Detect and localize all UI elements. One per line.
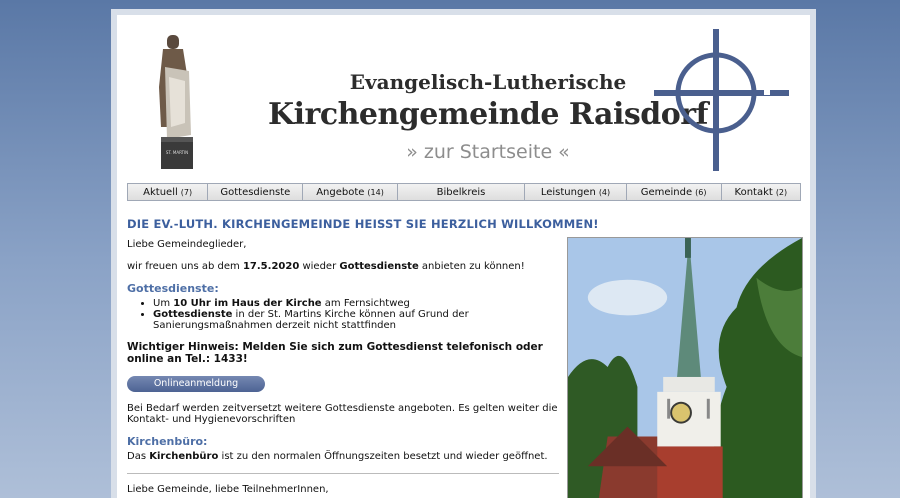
bullet-text: Um <box>153 298 174 309</box>
page-inner: ST. MARTIN Evangelisch-Lutherische Kirch… <box>117 15 810 498</box>
nav-label: Gottesdienste <box>220 186 291 198</box>
office-heading: Kirchenbüro: <box>127 435 208 448</box>
extra-services-paragraph: Bei Bedarf werden zeitversetzt weitere G… <box>127 403 558 425</box>
bullet-text: am Fernsichtweg <box>321 298 410 309</box>
office-text: Das <box>127 451 150 462</box>
nav-label: Aktuell <box>143 186 178 198</box>
nav-count: (4) <box>598 187 611 197</box>
nav-item-aktuell[interactable]: Aktuell (7) <box>128 184 209 200</box>
nav-count: (14) <box>367 187 384 197</box>
online-registration-button[interactable]: Onlineanmeldung <box>127 376 265 392</box>
bullet-highlight: Gottesdienste <box>153 309 233 320</box>
nav-count: (2) <box>775 187 788 197</box>
nav-item-gemeinde[interactable]: Gemeinde (6) <box>627 184 722 200</box>
office-paragraph: Das Kirchenbüro ist zu den normalen Öffn… <box>127 451 559 462</box>
site-header: ST. MARTIN Evangelisch-Lutherische Kirch… <box>117 15 810 201</box>
intro-highlight: Gottesdienste <box>339 261 419 272</box>
home-link[interactable]: » zur Startseite « <box>267 141 709 163</box>
list-item: Gottesdienste in der St. Martins Kirche … <box>153 309 559 331</box>
nav-count: (7) <box>180 187 193 197</box>
nav-count: (6) <box>695 187 707 197</box>
intro-text: wir freuen uns ab dem <box>127 261 243 272</box>
office-highlight: Kirchenbüro <box>149 451 219 462</box>
statue-label: ST. MARTIN <box>166 150 188 155</box>
article-text: Liebe Gemeindeglieder, wir freuen uns ab… <box>127 239 559 498</box>
nav-item-gottesdienste[interactable]: Gottesdienste <box>208 184 304 200</box>
st-martin-statue-image: ST. MARTIN <box>159 35 193 169</box>
main-navigation: Aktuell (7) Gottesdienste Angebote (14) Bi… <box>127 183 801 201</box>
nav-label: Kontakt <box>734 186 773 198</box>
services-heading: Gottesdienste: <box>127 282 219 295</box>
intro-date: 17.5.2020 <box>242 261 300 272</box>
important-notice: Wichtiger Hinweis: Melden Sie sich zum G… <box>127 341 543 365</box>
nav-item-leistungen[interactable]: Leistungen (4) <box>525 184 627 200</box>
intro-text: anbieten zu können! <box>418 261 525 272</box>
intro-text: wieder <box>299 261 340 272</box>
nav-label: Gemeinde <box>640 186 693 198</box>
divider <box>127 473 559 474</box>
nav-label: Angebote <box>316 186 365 198</box>
greeting: Liebe Gemeindeglieder, <box>127 239 247 250</box>
nav-item-bibelkreis[interactable]: Bibelkreis <box>398 184 526 200</box>
list-item: Um 10 Uhr im Haus der Kirche am Fernsich… <box>153 298 559 309</box>
closing-greeting: Liebe Gemeinde, liebe TeilnehmerInnen, <box>127 484 329 495</box>
site-subtitle: Evangelisch-Lutherische <box>349 70 627 94</box>
bullet-highlight: 10 Uhr im Haus der Kirche <box>173 298 322 309</box>
church-tower-photo <box>567 237 803 498</box>
nav-label: Leistungen <box>540 186 596 198</box>
church-cross-logo <box>654 29 789 171</box>
nav-item-kontakt[interactable]: Kontakt (2) <box>722 184 800 200</box>
intro-paragraph: wir freuen uns ab dem 17.5.2020 wieder G… <box>127 261 559 272</box>
main-content: DIE EV.-LUTH. KIRCHENGEMEINDE HEISST SIE… <box>127 217 803 498</box>
services-list: Um 10 Uhr im Haus der Kirche am Fernsich… <box>127 298 559 331</box>
nav-label: Bibelkreis <box>436 186 486 198</box>
office-text: ist zu den normalen Öffnungszeiten beset… <box>218 451 548 462</box>
nav-item-angebote[interactable]: Angebote (14) <box>303 184 398 200</box>
page-frame: ST. MARTIN Evangelisch-Lutherische Kirch… <box>111 9 816 498</box>
page-title: DIE EV.-LUTH. KIRCHENGEMEINDE HEISST SIE… <box>127 217 599 231</box>
